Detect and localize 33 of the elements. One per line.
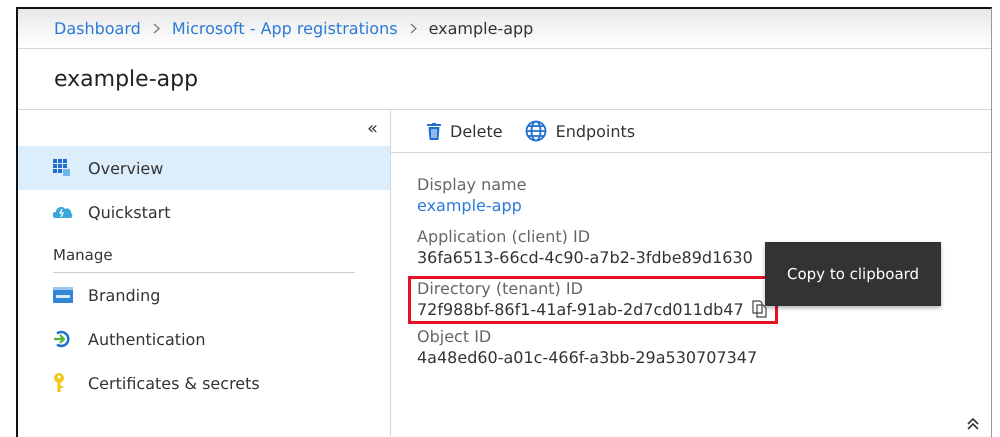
property-label: Directory (tenant) ID bbox=[417, 279, 584, 298]
page-title: example-app bbox=[18, 49, 991, 110]
tooltip: Copy to clipboard bbox=[765, 242, 942, 306]
browser-window-icon bbox=[53, 287, 73, 303]
property-value: 36fa6513-66cd-4c90-a7b2-3fdbe89d1630 bbox=[417, 248, 753, 267]
sidebar-item[interactable]: Branding bbox=[18, 273, 390, 317]
section-header: Manage bbox=[53, 246, 355, 273]
property-label: Display name bbox=[417, 175, 526, 194]
cloud-icon bbox=[53, 205, 73, 219]
sign-in-arrow-icon bbox=[53, 330, 71, 348]
property-label: Application (client) ID bbox=[417, 227, 592, 246]
property-value: 72f988bf-86f1-41af-91ab-2d7cd011db47 bbox=[417, 300, 744, 319]
property-label: Object ID bbox=[417, 327, 492, 346]
endpoints-button[interactable]: Endpoints bbox=[524, 120, 636, 142]
copy-icon[interactable] bbox=[752, 300, 767, 318]
breadcrumb-link[interactable]: Dashboard bbox=[54, 19, 141, 38]
property-link[interactable]: example-app bbox=[417, 196, 522, 215]
trash-icon bbox=[427, 122, 441, 140]
grid-icon bbox=[53, 159, 71, 177]
delete-button[interactable]: Delete bbox=[427, 122, 503, 140]
sidebar-item[interactable]: Authentication bbox=[18, 317, 390, 361]
globe-icon bbox=[524, 120, 547, 142]
breadcrumb-link[interactable]: Microsoft - App registrations bbox=[172, 19, 398, 38]
property-value: 4a48ed60-a01c-466f-a3bb-29a530707347 bbox=[417, 348, 758, 367]
collapse-button[interactable]: « bbox=[366, 118, 378, 138]
sidebar-item[interactable]: Quickstart bbox=[18, 190, 390, 234]
sidebar-item[interactable]: Certificates & secrets bbox=[18, 361, 390, 405]
sidebar-item[interactable]: Overview bbox=[18, 146, 390, 190]
key-icon bbox=[53, 373, 65, 393]
chevron-right-icon bbox=[410, 23, 417, 34]
chevron-right-icon bbox=[152, 23, 160, 34]
breadcrumb-current: example-app bbox=[428, 19, 534, 38]
scroll-to-top-icon[interactable] bbox=[967, 418, 979, 430]
